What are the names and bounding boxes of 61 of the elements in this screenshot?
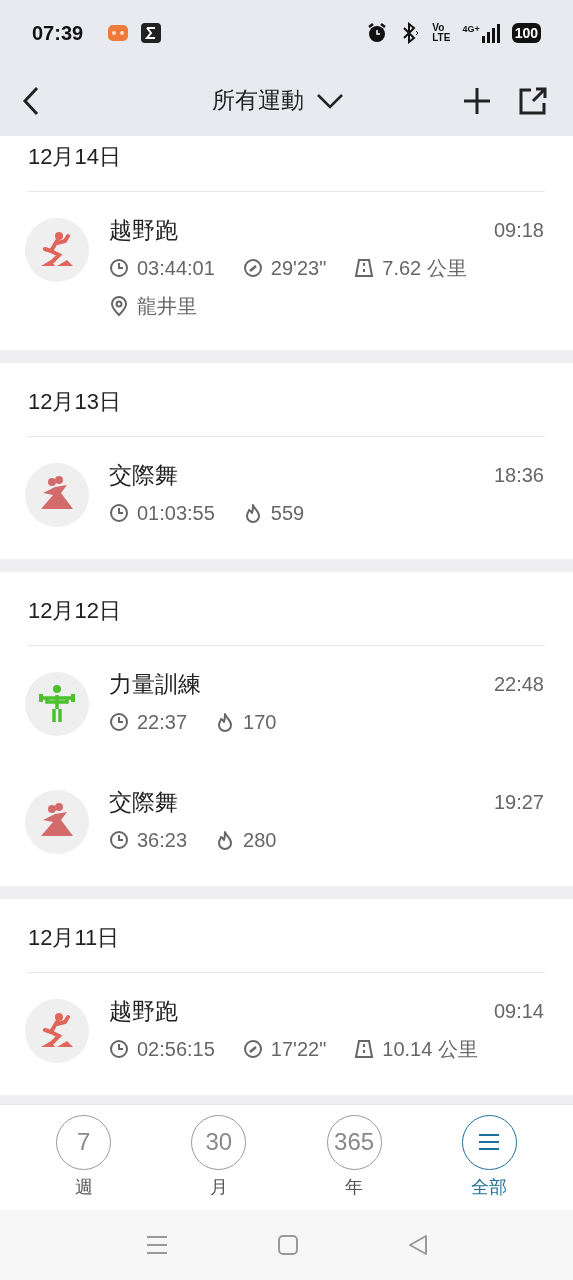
list-icon bbox=[478, 1133, 501, 1151]
sigma-app-icon bbox=[141, 22, 162, 43]
stat-value: 22:37 bbox=[137, 710, 188, 735]
stat-value: 559 bbox=[270, 501, 305, 526]
activity-time: 09:14 bbox=[493, 999, 544, 1024]
road-icon bbox=[354, 1039, 375, 1059]
date-heading: 12月12日 bbox=[28, 597, 121, 625]
location-pin-icon bbox=[109, 295, 129, 317]
chevron-down-icon bbox=[315, 92, 344, 109]
date-heading: 12月14日 bbox=[28, 143, 121, 171]
network-label: 4G+ bbox=[462, 22, 480, 36]
stat-value: 280 bbox=[243, 828, 277, 853]
period-tab[interactable]: 30 月 bbox=[173, 1114, 264, 1201]
clock-time: 07:39 bbox=[32, 20, 84, 46]
battery-indicator: 100 bbox=[511, 22, 541, 43]
period-tab[interactable]: 7 週 bbox=[38, 1114, 129, 1201]
activity-name: 交際舞 bbox=[109, 787, 178, 817]
date-heading: 12月13日 bbox=[28, 388, 121, 416]
stat-value: 10.14 公里 bbox=[382, 1037, 478, 1062]
activity-time: 18:36 bbox=[493, 463, 544, 488]
activity-row[interactable]: 越野跑 09:18 03:44:01 29'23" 7.62 公里 龍井里 bbox=[0, 192, 573, 324]
period-tab[interactable]: 365 年 bbox=[309, 1114, 400, 1201]
activity-row[interactable]: 交際舞 19:27 36:23 280 bbox=[0, 742, 573, 860]
location-text: 龍井里 bbox=[137, 294, 197, 319]
activity-time: 22:48 bbox=[493, 672, 544, 697]
period-tab[interactable]: 全部 bbox=[444, 1114, 535, 1201]
activity-time: 09:18 bbox=[493, 218, 544, 243]
volte-label: LTE bbox=[432, 32, 451, 43]
road-icon bbox=[354, 258, 375, 278]
gauge-icon bbox=[242, 258, 263, 278]
clock-icon bbox=[109, 1039, 129, 1059]
activity-name: 交際舞 bbox=[109, 460, 178, 490]
activity-row[interactable]: 交際舞 18:36 01:03:55 559 bbox=[0, 437, 573, 533]
home-icon[interactable] bbox=[277, 1235, 298, 1255]
share-icon[interactable] bbox=[519, 86, 547, 115]
activity-row[interactable]: 力量訓練 22:48 22:37 170 bbox=[0, 646, 573, 742]
weightlifter-icon bbox=[37, 684, 77, 724]
volte-label: Vo bbox=[432, 22, 446, 33]
stat-value: 29'23" bbox=[270, 256, 327, 281]
stat-value: 03:44:01 bbox=[137, 256, 215, 281]
date-heading: 12月11日 bbox=[28, 924, 120, 952]
clock-icon bbox=[109, 712, 129, 732]
clock-icon bbox=[109, 258, 129, 278]
activity-name: 力量訓練 bbox=[109, 669, 201, 699]
activity-time: 19:27 bbox=[493, 790, 544, 815]
bluetooth-icon bbox=[400, 21, 421, 44]
clock-icon bbox=[109, 830, 129, 850]
activity-row[interactable]: 越野跑 09:14 02:56:15 17'22" 10.14 公里 bbox=[0, 973, 573, 1069]
activity-name: 越野跑 bbox=[109, 215, 178, 245]
menu-icon[interactable] bbox=[145, 1235, 168, 1255]
clock-icon bbox=[109, 503, 129, 523]
gauge-icon bbox=[242, 1039, 263, 1059]
add-icon[interactable] bbox=[463, 86, 491, 115]
stat-value: 7.62 公里 bbox=[382, 256, 467, 281]
stat-value: 01:03:55 bbox=[137, 501, 215, 526]
stat-value: 02:56:15 bbox=[137, 1037, 215, 1062]
signal-icon bbox=[481, 22, 500, 43]
stat-value: 170 bbox=[243, 710, 277, 735]
stat-value: 36:23 bbox=[137, 828, 188, 853]
stat-value: 17'22" bbox=[270, 1037, 327, 1062]
activity-name: 越野跑 bbox=[109, 996, 178, 1026]
